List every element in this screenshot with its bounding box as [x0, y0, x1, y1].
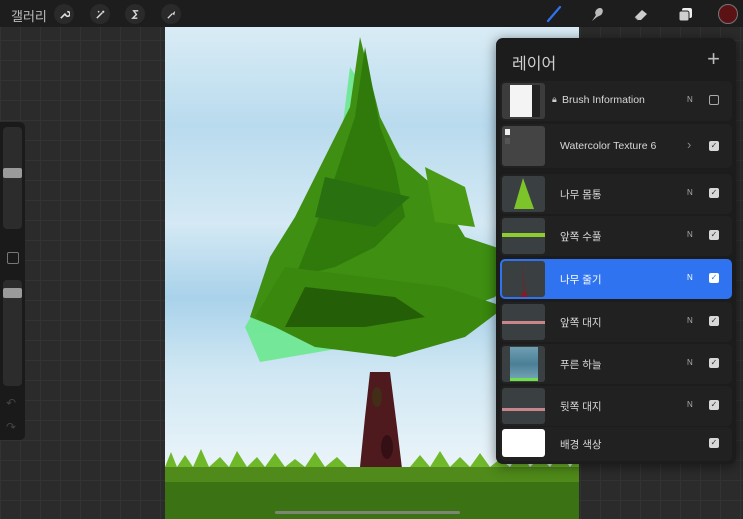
visibility-checkbox[interactable]: ✓: [709, 438, 719, 448]
modify-button[interactable]: [7, 252, 19, 264]
layer-thumbnail: [502, 261, 545, 297]
blend-mode-button[interactable]: N: [687, 188, 693, 197]
layer-thumbnail: [502, 83, 545, 119]
layer-row-active[interactable]: 나무 줄기 N ✓: [500, 259, 732, 299]
layer-thumbnail: [502, 388, 545, 424]
chevron-right-icon[interactable]: ›: [687, 137, 691, 152]
wrench-icon[interactable]: [54, 4, 74, 24]
blend-mode-button[interactable]: N: [687, 230, 693, 239]
visibility-checkbox[interactable]: ✓: [709, 141, 719, 151]
layer-row[interactable]: 앞쪽 대지 N ✓: [500, 302, 732, 342]
blend-mode-button[interactable]: N: [687, 316, 693, 325]
redo-icon[interactable]: ↷: [6, 420, 16, 434]
layer-name: 나무 몸통: [560, 189, 602, 201]
left-sidebar: ↶ ↷: [0, 122, 25, 440]
top-toolbar: 갤러리: [0, 0, 743, 27]
layers-panel-title: 레이어: [512, 56, 557, 73]
layer-group-row[interactable]: Watercolor Texture 6 › ✓: [500, 124, 732, 168]
visibility-checkbox[interactable]: ✓: [709, 230, 719, 240]
visibility-checkbox[interactable]: ✓: [709, 358, 719, 368]
blend-mode-button[interactable]: N: [687, 358, 693, 367]
arrow-cursor-icon[interactable]: [161, 4, 181, 24]
layer-thumbnail: [502, 304, 545, 340]
blend-mode-button[interactable]: N: [687, 400, 693, 409]
layer-name: 배경 색상: [560, 439, 602, 451]
visibility-checkbox[interactable]: ✓: [709, 316, 719, 326]
eraser-icon[interactable]: [631, 4, 651, 24]
layer-name: Brush Information: [562, 94, 645, 106]
tree-dark-foliage: [250, 37, 525, 357]
brush-icon[interactable]: [544, 4, 564, 24]
layer-name: 뒷쪽 대지: [560, 401, 602, 413]
layer-thumbnail: [502, 176, 545, 212]
layer-name: 앞쪽 수풀: [560, 231, 602, 243]
visibility-checkbox[interactable]: ✓: [709, 400, 719, 410]
layer-name: 앞쪽 대지: [560, 317, 602, 329]
layer-thumbnail: [502, 126, 545, 166]
background-color-swatch[interactable]: [502, 429, 545, 457]
brush-size-thumb[interactable]: [3, 168, 22, 178]
visibility-checkbox[interactable]: ✓: [709, 188, 719, 198]
visibility-checkbox[interactable]: [709, 95, 719, 105]
undo-icon[interactable]: ↶: [6, 396, 16, 410]
layer-row[interactable]: 앞쪽 수풀 N ✓: [500, 216, 732, 256]
layer-row[interactable]: 푸른 하늘 N ✓: [500, 344, 732, 384]
layers-panel: 레이어 + 🔒︎ Brush Information N Watercolor …: [496, 38, 736, 464]
layer-name: Watercolor Texture 6: [560, 140, 657, 152]
layer-row[interactable]: 🔒︎ Brush Information N: [500, 81, 732, 121]
layer-name: 푸른 하늘: [560, 359, 602, 371]
layer-name: 나무 줄기: [560, 274, 602, 286]
background-color-row[interactable]: 배경 색상 ✓: [500, 427, 732, 461]
opacity-slider[interactable]: [3, 280, 22, 386]
lock-icon: 🔒︎: [552, 94, 557, 104]
layer-thumbnail: [502, 346, 545, 382]
layer-thumbnail: [502, 218, 545, 254]
blend-mode-button[interactable]: N: [687, 95, 693, 104]
blend-mode-button[interactable]: N: [687, 273, 693, 282]
layers-icon[interactable]: [675, 4, 695, 24]
brush-size-slider[interactable]: [3, 127, 22, 229]
color-picker-button[interactable]: [718, 4, 738, 24]
magic-wand-icon[interactable]: [90, 4, 110, 24]
smudge-icon[interactable]: [587, 4, 607, 24]
gallery-button[interactable]: 갤러리: [11, 6, 47, 25]
opacity-thumb[interactable]: [3, 288, 22, 298]
layer-row[interactable]: 나무 몸통 N ✓: [500, 174, 732, 214]
add-layer-button[interactable]: +: [707, 46, 720, 72]
home-indicator[interactable]: [275, 511, 460, 514]
selection-s-icon[interactable]: [125, 4, 145, 24]
layer-row[interactable]: 뒷쪽 대지 N ✓: [500, 386, 732, 426]
visibility-checkbox[interactable]: ✓: [709, 273, 719, 283]
